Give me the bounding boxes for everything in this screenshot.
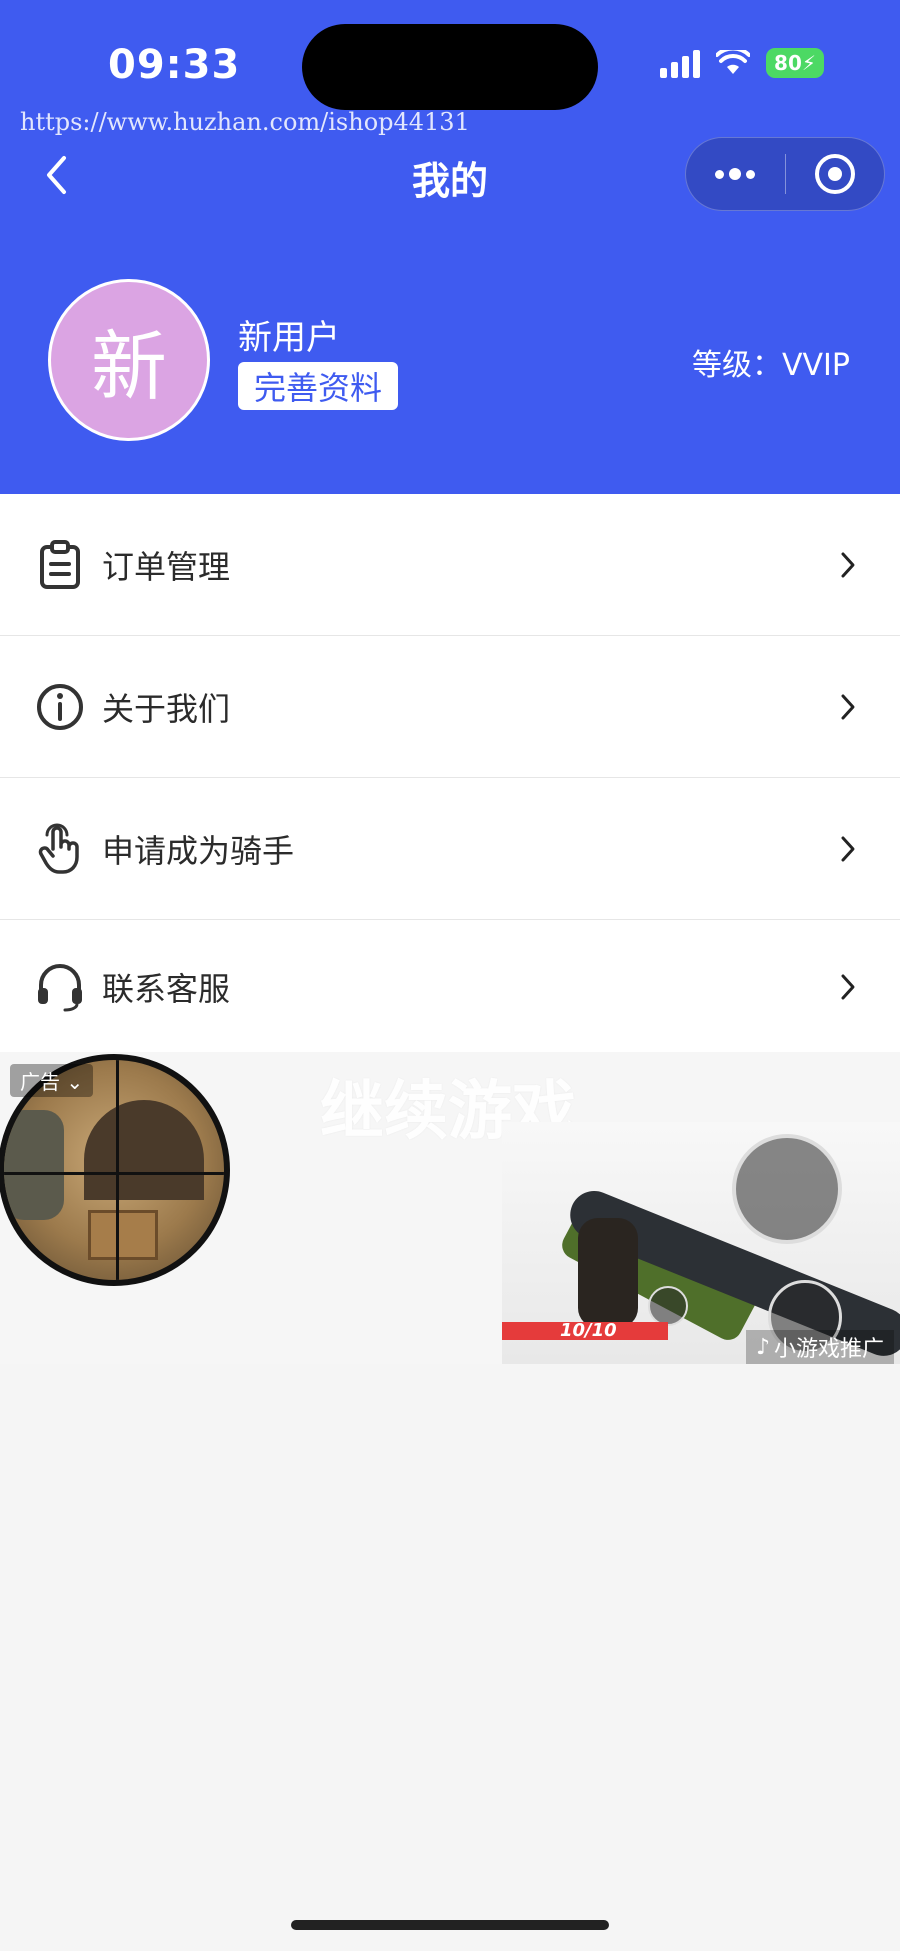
wifi-icon	[716, 50, 750, 74]
game-ad-banner[interactable]: 继续游戏 广告 ⌄	[0, 1052, 900, 1364]
member-level: 等级：VVIP	[692, 348, 850, 383]
hand-pointer-icon	[34, 823, 86, 875]
back-button[interactable]	[34, 150, 78, 200]
reload-icon	[648, 1286, 688, 1326]
menu-item-orders[interactable]: 订单管理	[0, 494, 900, 636]
promo-label: 小游戏推广	[774, 1337, 885, 1362]
headset-icon	[34, 961, 86, 1013]
mini-game-promo[interactable]: ♪ 小游戏推广	[746, 1330, 895, 1364]
close-miniprogram-button[interactable]	[786, 138, 885, 210]
menu-item-label: 联系客服	[102, 970, 231, 1008]
signal-icon	[660, 48, 700, 78]
watermark-url: https://www.huzhan.com/ishop44131	[20, 108, 470, 136]
menu-item-label: 订单管理	[102, 547, 231, 586]
profile-header: 09:33 80 ⚡ https://www.huzhan.com/ishop44…	[0, 0, 900, 494]
menu-item-label: 关于我们	[102, 689, 231, 728]
status-icons: 80 ⚡	[660, 48, 824, 78]
fire-icon	[732, 1134, 842, 1244]
complete-profile-button[interactable]: 完善资料	[238, 362, 399, 410]
menu-item-customer-service[interactable]: 联系客服	[0, 920, 900, 1054]
chevron-right-icon	[836, 692, 860, 722]
home-indicator[interactable]	[291, 1920, 609, 1930]
chevron-right-icon	[836, 972, 860, 1002]
battery-level: 80	[774, 51, 802, 75]
dynamic-island	[302, 24, 598, 110]
ad-tag-text: 广告	[20, 1070, 60, 1094]
menu-item-about[interactable]: 关于我们	[0, 636, 900, 778]
miniprogram-capsule	[685, 137, 885, 211]
avatar-char: 新	[91, 322, 167, 411]
clipboard-icon	[34, 539, 86, 591]
more-button[interactable]	[686, 138, 785, 210]
chevron-right-icon	[836, 834, 860, 864]
chevron-right-icon	[836, 550, 860, 580]
ad-label[interactable]: 广告 ⌄	[10, 1064, 94, 1097]
menu-item-become-rider[interactable]: 申请成为骑手	[0, 778, 900, 920]
battery-icon: 80 ⚡	[766, 48, 824, 78]
more-dots-icon	[715, 168, 756, 180]
menu-list: 订单管理 关于我们 申请成为骑手 联系客服	[0, 494, 900, 1054]
target-icon	[814, 154, 855, 194]
music-note-icon: ♪	[756, 1334, 771, 1360]
info-icon	[34, 681, 86, 733]
username: 新用户	[238, 318, 340, 358]
ammo-counter: 10/10	[560, 1320, 617, 1341]
page-title: 我的	[411, 159, 488, 203]
menu-item-label: 申请成为骑手	[102, 831, 295, 870]
avatar[interactable]: 新	[48, 279, 210, 441]
status-time: 09:33	[108, 42, 241, 88]
chevron-left-icon	[47, 156, 66, 194]
